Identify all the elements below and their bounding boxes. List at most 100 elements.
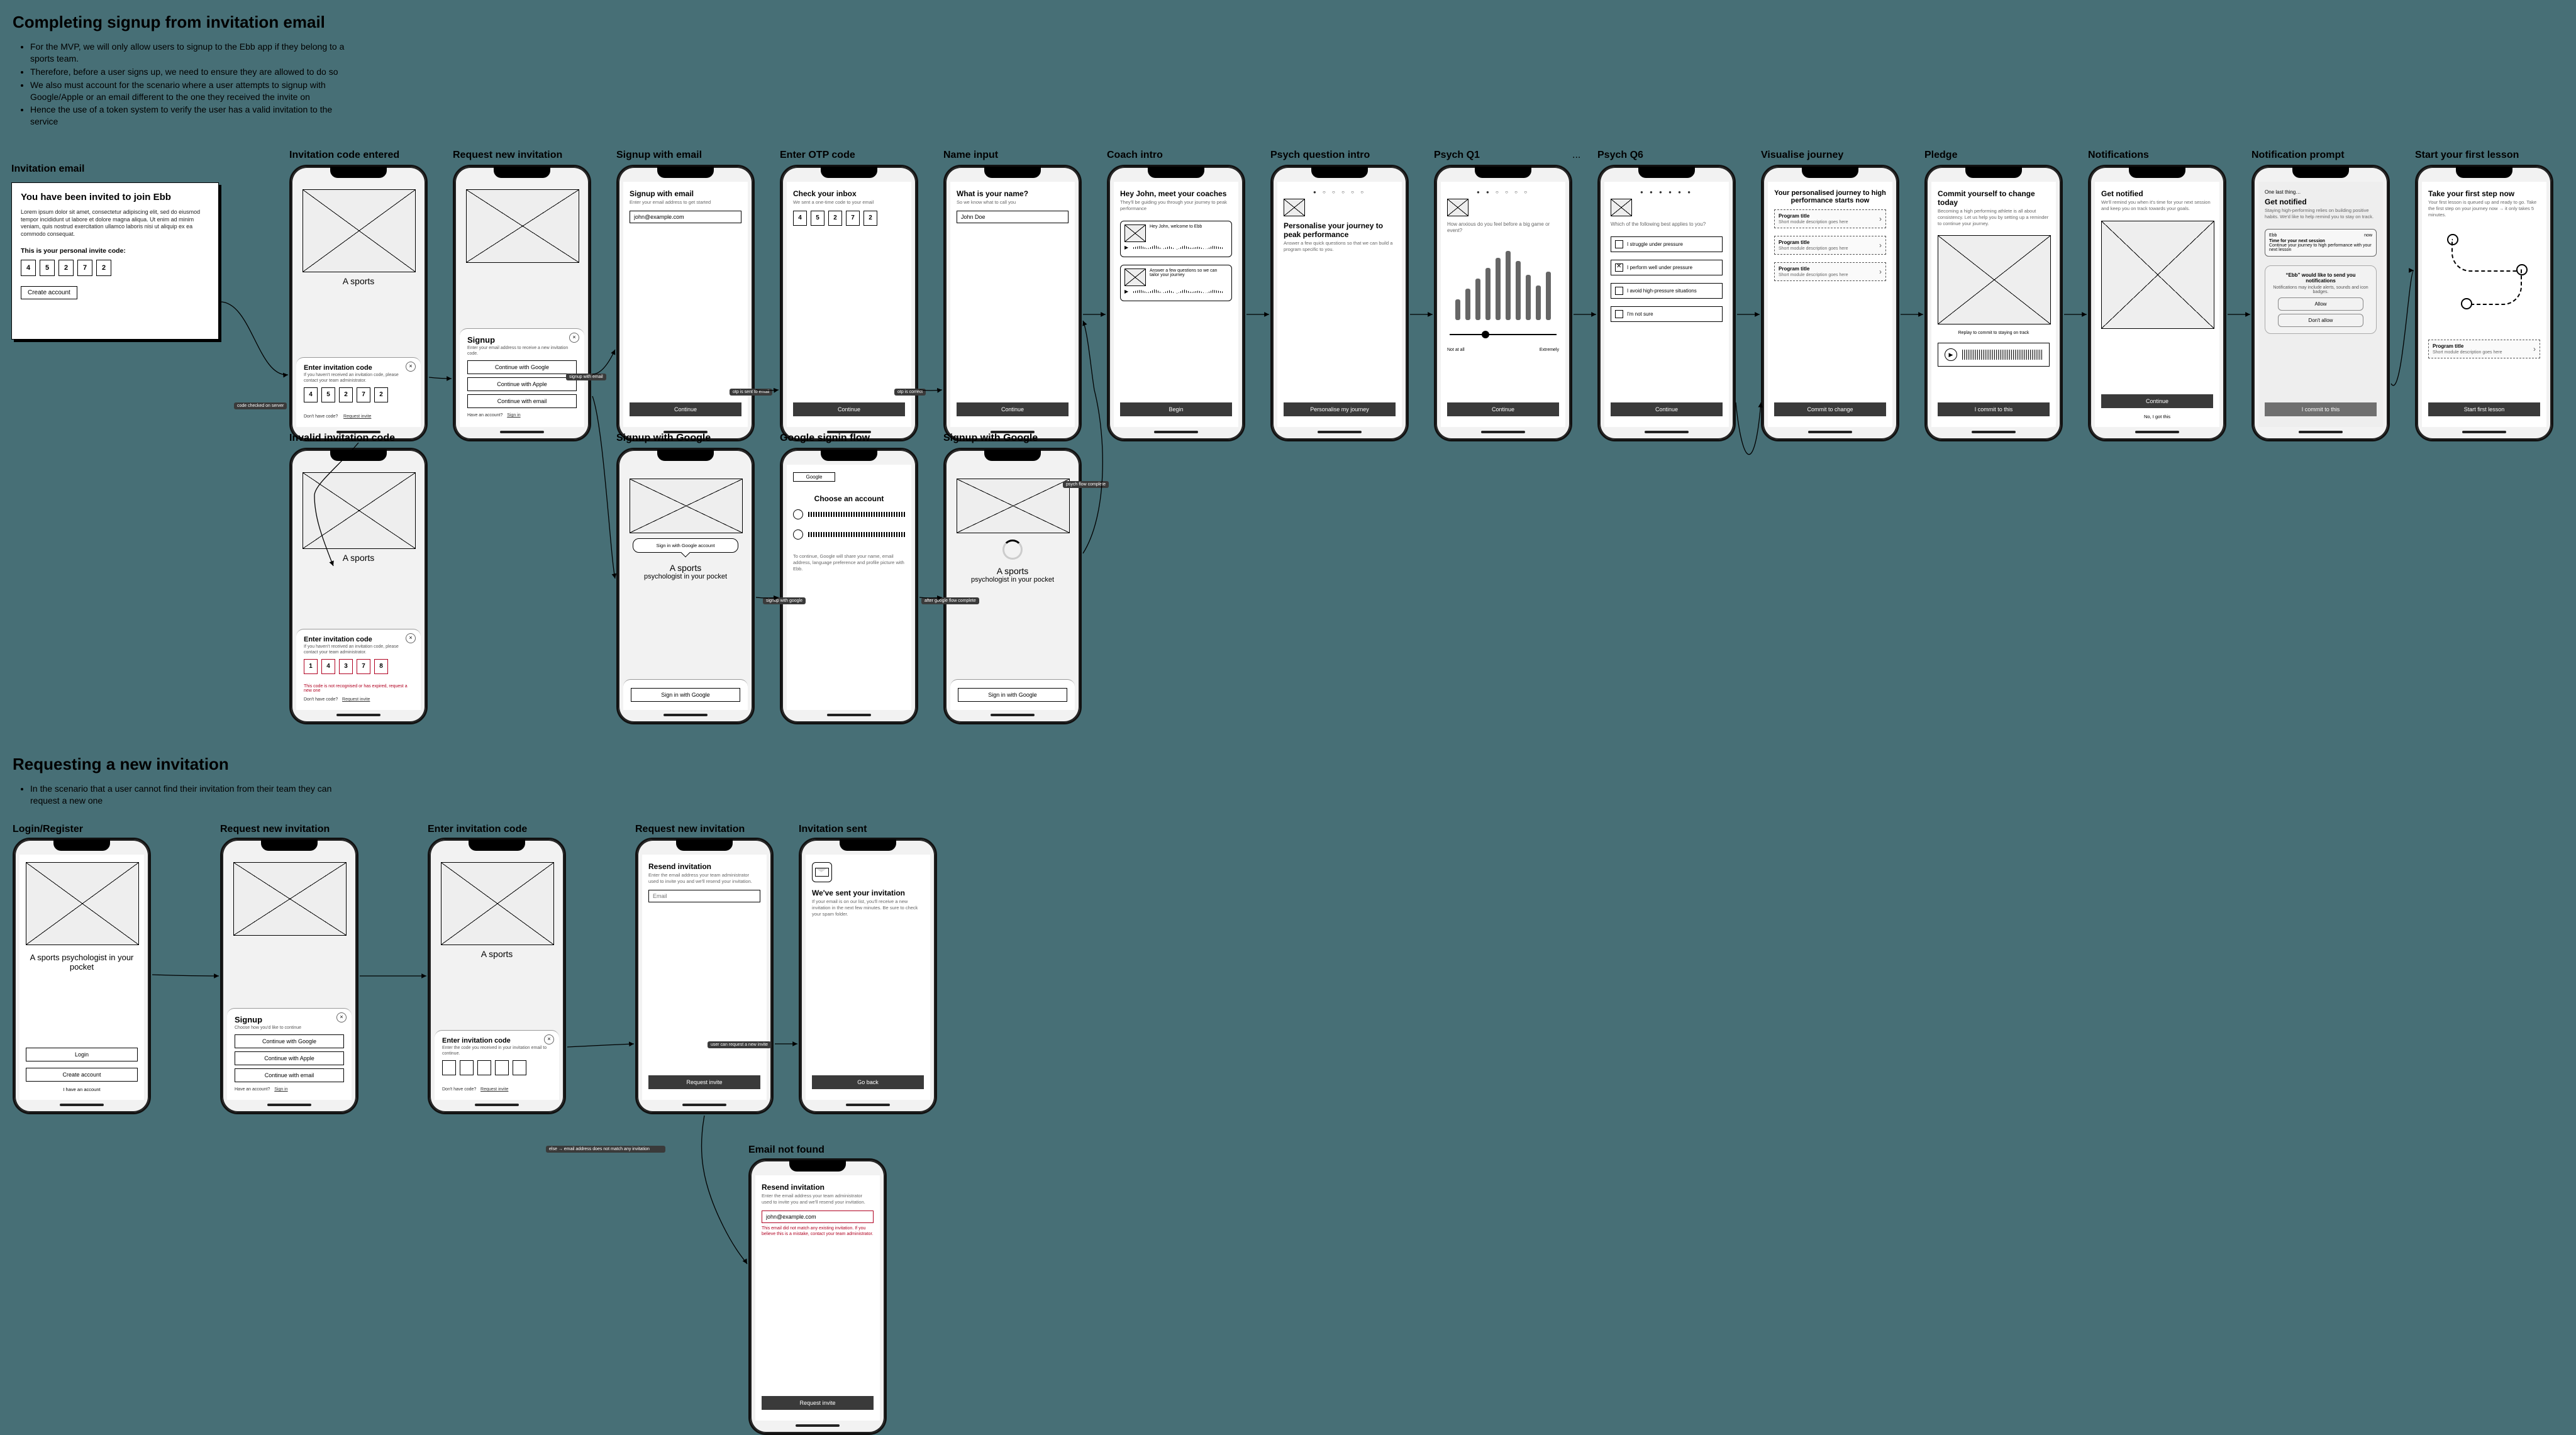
slider-thumb[interactable] [1482, 331, 1489, 338]
email-input[interactable] [762, 1211, 874, 1223]
continue-apple-button[interactable]: Continue with Apple [467, 377, 577, 391]
google-signin-button[interactable]: Sign in with Google [631, 688, 740, 702]
checkbox-icon[interactable] [1615, 240, 1623, 248]
placeholder-image [957, 479, 1070, 533]
flow-label: otp is sent to email [730, 389, 772, 396]
request-invite-link[interactable]: Request invite [343, 414, 371, 419]
continue-button[interactable]: Continue [630, 402, 741, 416]
continue-button[interactable]: Continue [957, 402, 1069, 416]
notification-preview: Ebbnow Time for your next session Contin… [2265, 229, 2377, 257]
program-card-3[interactable]: Program title Short module description g… [1774, 262, 1886, 281]
continue-button[interactable]: Continue [2101, 394, 2213, 408]
pledge-audio[interactable]: ▶ [1938, 343, 2050, 367]
audio-wave-icon[interactable] [1124, 245, 1228, 252]
play-icon[interactable]: ▶ [1945, 348, 1957, 361]
email-input[interactable] [648, 890, 760, 902]
continue-google-button[interactable]: Continue with Google [235, 1034, 344, 1048]
create-account-button[interactable]: Create account [26, 1068, 138, 1082]
flow-label: signup with email [566, 374, 606, 380]
login-button[interactable]: Login [26, 1048, 138, 1061]
sub: They'll be guiding you through your jour… [1120, 199, 1232, 212]
have-account-link[interactable]: I have an account [26, 1087, 138, 1092]
close-icon[interactable]: × [569, 333, 579, 343]
option-1[interactable]: I struggle under pressure [1611, 236, 1723, 252]
notch-icon [1638, 167, 1695, 178]
checkbox-icon[interactable] [1615, 310, 1623, 318]
allow-button[interactable]: Allow [2278, 297, 2363, 311]
request-invite-button[interactable]: Request invite [762, 1396, 874, 1410]
commit-button[interactable]: I commit to this [2265, 402, 2377, 416]
notch-icon [789, 1160, 846, 1172]
home-indicator [2462, 431, 2506, 433]
notch-icon [657, 450, 714, 461]
section-1-header: Completing signup from invitation email … [13, 13, 357, 136]
audio-wave-icon[interactable] [1124, 289, 1228, 296]
sheet-title: Enter invitation code [442, 1037, 552, 1044]
google-prompt-bubble[interactable]: Sign in with Google account [633, 538, 738, 553]
phone-g-flow: Google Choose an account To continue, Go… [780, 448, 918, 724]
continue-apple-button[interactable]: Continue with Apple [235, 1051, 344, 1065]
phone-otp: Check your inbox We sent a one-time code… [780, 165, 918, 441]
continue-email-button[interactable]: Continue with email [235, 1068, 344, 1082]
go-back-button[interactable]: Go back [812, 1075, 924, 1089]
notch-icon [330, 450, 387, 461]
phone-enter-code: A sports × Enter invitation code Enter t… [428, 838, 566, 1114]
screen-label-request-new: Request new invitation [453, 150, 562, 161]
begin-button[interactable]: Begin [1120, 402, 1232, 416]
skip-link[interactable]: No, I got this [2101, 414, 2213, 419]
account-option-2[interactable] [793, 529, 905, 540]
email-input[interactable] [630, 211, 741, 223]
deny-button[interactable]: Don't allow [2278, 314, 2363, 327]
close-icon[interactable]: × [406, 633, 416, 643]
close-icon[interactable]: × [544, 1034, 554, 1044]
radio-icon[interactable] [793, 509, 803, 519]
google-signin-button[interactable]: Sign in with Google [958, 688, 1067, 702]
program-card-2[interactable]: Program title Short module description g… [1774, 236, 1886, 255]
phone-login: A sports psychologist in your pocket Log… [13, 838, 151, 1114]
program-card-1[interactable]: Program title Short module description g… [1774, 209, 1886, 228]
continue-button[interactable]: Continue [1611, 402, 1723, 416]
commit-button[interactable]: I commit to this [1938, 402, 2050, 416]
home-indicator [60, 1104, 104, 1106]
option-2[interactable]: I perform well under pressure [1611, 260, 1723, 275]
notch-icon [2292, 167, 2349, 178]
screen-label-g-flow: Google signin flow [780, 433, 870, 444]
close-icon[interactable]: × [406, 362, 416, 372]
close-icon[interactable]: × [336, 1012, 347, 1022]
request-invite-link[interactable]: Request invite [342, 697, 370, 702]
commit-button[interactable]: Commit to change [1774, 402, 1886, 416]
request-invite-link[interactable]: Request invite [480, 1087, 508, 1092]
have-account-label: Have an account? [235, 1087, 270, 1092]
start-lesson-button[interactable]: Start first lesson [2428, 402, 2540, 416]
name-input[interactable] [957, 211, 1069, 223]
email-cta-button[interactable]: Create account [21, 286, 77, 299]
program-card[interactable]: Program title Short module description g… [2428, 340, 2540, 358]
account-option-1[interactable] [793, 509, 905, 519]
option-4[interactable]: I'm not sure [1611, 306, 1723, 322]
checkbox-icon[interactable] [1615, 263, 1623, 272]
code-input-row[interactable]: 4 5 2 7 2 [304, 387, 413, 402]
personalise-button[interactable]: Personalise my journey [1284, 402, 1396, 416]
otp-row[interactable]: 4 5 2 7 2 [793, 211, 905, 226]
phone-not-found: Resend invitation Enter the email addres… [748, 1158, 887, 1435]
notch-icon [1475, 167, 1531, 178]
sheet-title: Enter invitation code [304, 364, 413, 372]
code-input-row[interactable]: 1 4 3 7 8 [304, 659, 413, 674]
slider-input[interactable] [1450, 329, 1557, 340]
continue-email-button[interactable]: Continue with email [467, 394, 577, 408]
tagline-text: A sports [630, 563, 741, 573]
sub: Enter the email address your team admini… [648, 872, 760, 885]
code-input-row[interactable] [442, 1060, 552, 1075]
continue-button[interactable]: Continue [793, 402, 905, 416]
signin-link[interactable]: Sign in [507, 413, 520, 418]
continue-button[interactable]: Continue [1447, 402, 1559, 416]
option-3[interactable]: I avoid high-pressure situations [1611, 283, 1723, 299]
checkbox-icon[interactable] [1615, 287, 1623, 295]
request-invite-button[interactable]: Request invite [648, 1075, 760, 1089]
placeholder-image [630, 479, 743, 533]
signin-link[interactable]: Sign in [274, 1087, 287, 1092]
flow-label: user can request a new invite [708, 1041, 771, 1048]
radio-icon[interactable] [793, 529, 803, 540]
notch-icon [330, 167, 387, 178]
continue-google-button[interactable]: Continue with Google [467, 360, 577, 374]
